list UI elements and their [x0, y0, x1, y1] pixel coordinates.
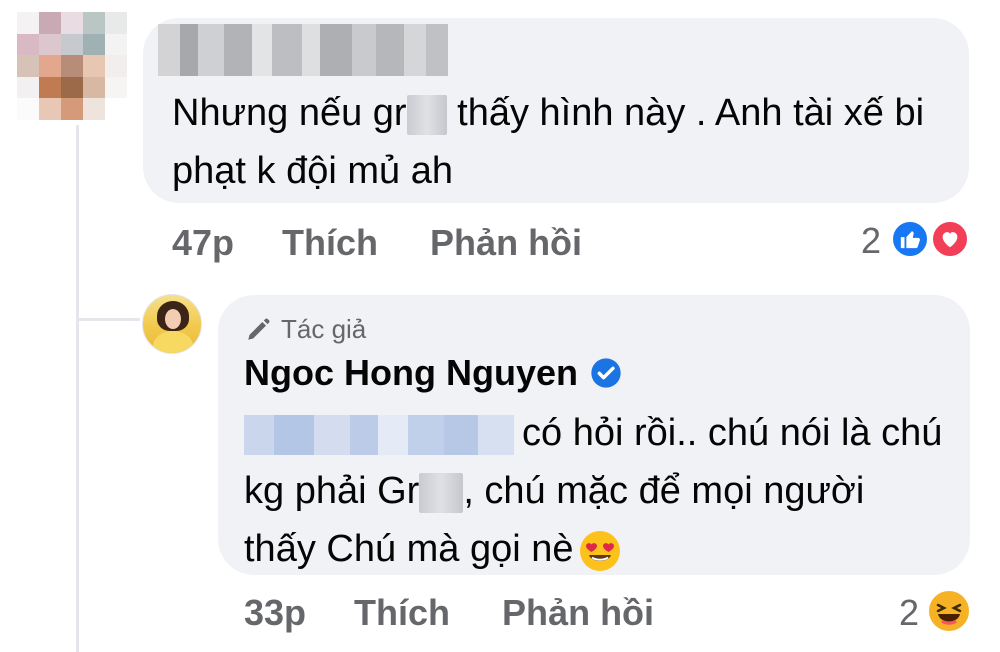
reply-author-name-row: Ngoc Hong Nguyen: [244, 352, 622, 394]
censored-text: [406, 94, 447, 135]
verified-badge-icon: [591, 358, 621, 388]
avatar[interactable]: [17, 12, 127, 120]
thread-connector: [78, 318, 140, 321]
thread-line: [76, 125, 79, 652]
love-icon[interactable]: [930, 219, 970, 259]
reply-author-name[interactable]: Ngoc Hong Nguyen: [244, 352, 578, 394]
censored-text: [419, 472, 464, 513]
reply-button[interactable]: Phản hồi: [430, 222, 582, 264]
comment-timestamp[interactable]: 47p: [172, 222, 234, 264]
pencil-icon: [248, 317, 270, 340]
author-badge-label: Tác giả: [281, 314, 367, 344]
mention-tag[interactable]: [244, 414, 514, 455]
commenter-name[interactable]: [158, 24, 448, 76]
author-avatar[interactable]: [142, 294, 202, 354]
haha-icon[interactable]: [926, 588, 972, 634]
reply-text: có hỏi rồi.. chú nói là chú kg phải Gr, …: [244, 404, 944, 578]
like-icon[interactable]: [890, 219, 930, 259]
author-badge: Tác giả: [245, 314, 366, 345]
reply-button[interactable]: Phản hồi: [502, 592, 654, 634]
comment-text-part: Nhưng nếu gr: [172, 92, 407, 134]
like-button[interactable]: Thích: [282, 222, 378, 264]
reply-actions: 33p Thích Phản hồi: [244, 586, 654, 640]
like-button[interactable]: Thích: [354, 592, 450, 634]
comment-actions: 47p Thích Phản hồi: [172, 216, 582, 270]
reaction-count[interactable]: 2: [861, 220, 881, 262]
reply-timestamp[interactable]: 33p: [244, 592, 306, 634]
reaction-count[interactable]: 2: [899, 592, 919, 634]
heart-eyes-emoji-icon: [579, 530, 620, 571]
comment-text: Nhưng nếu gr thấy hình này . Anh tài xế …: [172, 84, 932, 200]
